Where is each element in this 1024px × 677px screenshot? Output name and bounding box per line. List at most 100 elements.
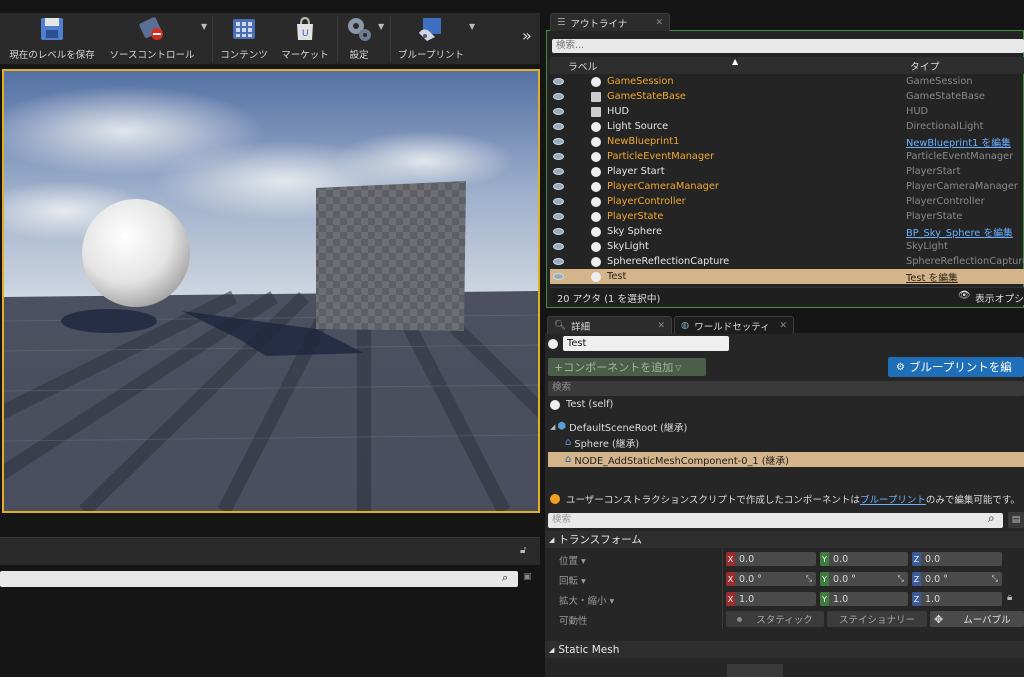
edit-blueprint-link[interactable]: NewBlueprint1 を編集	[906, 135, 1011, 149]
scale-y-input[interactable]: Y 1.0	[820, 592, 908, 606]
settings-button[interactable]: 設定	[341, 13, 377, 65]
visibility-eye-icon[interactable]	[553, 213, 564, 220]
outliner-row[interactable]: SphereReflectionCapture SphereReflectionC…	[550, 254, 1024, 269]
spin-arrows-icon[interactable]: ⤡	[898, 574, 904, 584]
location-y-input[interactable]: Y 0.0	[820, 552, 908, 566]
mobility-static-button[interactable]: スタティック	[726, 611, 824, 627]
visibility-eye-icon[interactable]	[553, 153, 564, 160]
outliner-row-label: Test	[607, 271, 627, 282]
scale-y-value: 1.0	[833, 593, 849, 605]
visibility-eye-icon[interactable]	[553, 273, 564, 280]
scale-z-input[interactable]: Z 1.0	[912, 592, 1002, 606]
outliner-row[interactable]: NewBlueprint1 NewBlueprint1 を編集	[550, 134, 1024, 149]
outliner-search-input[interactable]: 検索...	[552, 39, 1024, 53]
outliner-row[interactable]: GameStateBase GameStateBase	[550, 89, 1024, 104]
component-tree-item[interactable]: ◢ ⬢ DefaultSceneRoot (継承)	[550, 419, 687, 434]
location-label[interactable]: 位置 ▾	[559, 553, 586, 567]
source-control-icon	[139, 17, 163, 40]
blueprint-dropdown-icon[interactable]: ▼	[469, 22, 475, 31]
visibility-eye-icon[interactable]	[553, 138, 564, 145]
visibility-eye-icon[interactable]	[553, 198, 564, 205]
component-self-item[interactable]: Test (self)	[550, 397, 613, 412]
transform-section-title: トランスフォーム	[558, 534, 642, 546]
outliner-row[interactable]: Player Start PlayerStart	[550, 164, 1024, 179]
mobility-movable-button[interactable]: ✥ ムーバブル	[930, 611, 1024, 627]
location-x-input[interactable]: X 0.0	[726, 552, 816, 566]
rotation-label[interactable]: 回転 ▾	[559, 573, 586, 587]
outliner-row[interactable]: GameSession GameSession	[550, 74, 1024, 89]
outliner-row[interactable]: SkyLight SkyLight	[550, 239, 1024, 254]
rotation-x-input[interactable]: X 0.0 ° ⤡	[726, 572, 816, 586]
visibility-eye-icon[interactable]	[553, 123, 564, 130]
edit-blueprint-link[interactable]: BP_Sky_Sphere を編集	[906, 225, 1013, 239]
view-options-icon[interactable]: ▤	[1008, 512, 1024, 528]
visibility-eye-icon[interactable]	[553, 243, 564, 250]
close-icon[interactable]: ✕	[655, 18, 663, 28]
bottom-left-search-input[interactable]	[0, 571, 518, 587]
edit-blueprint-button[interactable]: ⚙︎ ブループリントを編	[888, 357, 1024, 377]
scale-label[interactable]: 拡大・縮小 ▾	[559, 593, 614, 607]
location-z-input[interactable]: Z 0.0	[912, 552, 1002, 566]
visibility-eye-icon[interactable]	[553, 78, 564, 85]
static-mesh-section-header[interactable]: ◢ Static Mesh	[545, 641, 1024, 658]
actor-name-input[interactable]: Test	[563, 336, 729, 351]
axis-z-badge: Z	[912, 592, 921, 606]
save-level-button[interactable]: 現在のレベルを保存	[6, 13, 98, 65]
source-control-dropdown-icon[interactable]: ▼	[201, 22, 207, 31]
blueprint-gear-icon: ⚙︎	[896, 361, 905, 373]
mobility-stationary-button[interactable]: ステイショナリー	[827, 611, 927, 627]
rotation-x-value: 0.0 °	[739, 573, 762, 585]
component-tree-item[interactable]: ⌂ Sphere (継承)	[565, 435, 639, 450]
tab-world-settings[interactable]: ◍ ワールドセッティ ✕	[674, 316, 794, 334]
rotation-z-input[interactable]: Z 0.0 ° ⤡	[912, 572, 1002, 586]
outliner-row[interactable]: PlayerController PlayerController	[550, 194, 1024, 209]
visibility-eye-icon[interactable]	[553, 228, 564, 235]
save-search-icon[interactable]: ▣	[523, 572, 532, 582]
column-header-type[interactable]: タイプ	[910, 59, 939, 73]
component-tree-item-selected[interactable]: ⌂ NODE_AddStaticMeshComponent-0_1 (継承)	[548, 452, 1024, 467]
outliner-row[interactable]: PlayerState PlayerState	[550, 209, 1024, 224]
toolbar-overflow-button[interactable]: »	[522, 26, 532, 45]
visibility-eye-icon[interactable]	[553, 258, 564, 265]
visibility-eye-icon[interactable]	[553, 183, 564, 190]
outliner-row-type: GameSession	[906, 76, 973, 87]
scale-x-input[interactable]: X 1.0	[726, 592, 816, 606]
close-icon[interactable]: ✕	[779, 321, 787, 331]
outliner-row-selected[interactable]: Test Test を編集	[550, 269, 1024, 284]
expand-triangle-icon[interactable]: ◢	[550, 423, 555, 431]
edit-blueprint-link[interactable]: Test を編集	[906, 270, 958, 284]
visibility-eye-icon[interactable]	[553, 168, 564, 175]
visibility-eye-icon[interactable]	[553, 108, 564, 115]
level-viewport[interactable]	[2, 69, 540, 513]
outliner-row[interactable]: Light Source DirectionalLight	[550, 119, 1024, 134]
outliner-row[interactable]: PlayerCameraManager PlayerCameraManager	[550, 179, 1024, 194]
outliner-row[interactable]: ParticleEventManager ParticleEventManager	[550, 149, 1024, 164]
close-icon[interactable]: ✕	[657, 321, 665, 331]
location-x-value: 0.0	[739, 553, 755, 565]
content-button[interactable]: コンテンツ	[216, 13, 272, 65]
column-header-label[interactable]: ラベル	[568, 59, 597, 73]
static-mesh-thumbnail[interactable]	[727, 664, 783, 677]
market-button[interactable]: U マーケット	[276, 13, 334, 65]
visibility-eye-icon[interactable]	[553, 93, 564, 100]
transform-section-header[interactable]: ◢ トランスフォーム	[545, 531, 1024, 548]
scale-lock-icon[interactable]: 🔒︎	[1007, 592, 1012, 603]
property-search-input[interactable]: 検索	[548, 513, 1003, 528]
source-control-button[interactable]: ソースコントロール	[104, 13, 200, 65]
add-component-button[interactable]: +コンポーネントを追加 ▽	[548, 358, 706, 376]
rotation-y-input[interactable]: Y 0.0 ° ⤡	[820, 572, 908, 586]
settings-dropdown-icon[interactable]: ▼	[378, 22, 384, 31]
content-label: コンテンツ	[220, 50, 268, 61]
tab-details[interactable]: 🔍︎ 詳細 ✕	[547, 316, 672, 334]
tab-outliner[interactable]: ☰ アウトライナ ✕	[550, 13, 670, 31]
outliner-row[interactable]: Sky Sphere BP_Sky_Sphere を編集	[550, 224, 1024, 239]
spin-arrows-icon[interactable]: ⤡	[992, 574, 998, 584]
blueprint-editor-link[interactable]: ブループリント	[860, 492, 926, 506]
component-search-input[interactable]: 検索	[548, 381, 1024, 396]
blueprint-button[interactable]: ブループリント	[394, 13, 468, 65]
lock-icon[interactable]: 🔓︎	[520, 545, 526, 556]
actor-type-icon	[591, 91, 601, 102]
view-options-button[interactable]: 表示オプシ	[975, 291, 1024, 305]
spin-arrows-icon[interactable]: ⤡	[806, 574, 812, 584]
outliner-row[interactable]: HUD HUD	[550, 104, 1024, 119]
